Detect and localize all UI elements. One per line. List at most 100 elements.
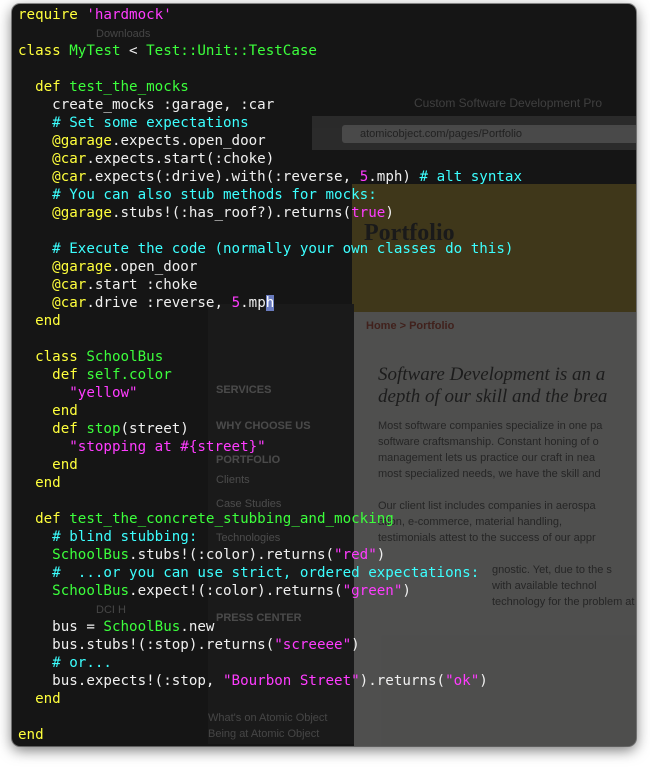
code-token: @car <box>52 151 87 167</box>
code-token: ) <box>385 205 394 221</box>
code-token: @car <box>52 169 87 185</box>
code-token: class <box>18 43 61 59</box>
code-token: .drive :reverse, <box>86 295 232 311</box>
code-token: .new <box>180 619 215 635</box>
code-token: @car <box>52 277 87 293</box>
code-line[interactable] <box>18 600 522 618</box>
code-token: @garage <box>52 133 112 149</box>
code-token: # or... <box>52 655 112 671</box>
code-token: # blind stubbing: <box>52 529 198 545</box>
code-line[interactable]: # Execute the code (normally your own cl… <box>18 240 522 258</box>
code-token: "stopping at #{street}" <box>69 439 266 455</box>
code-line[interactable]: class MyTest < Test::Unit::TestCase <box>18 42 522 60</box>
code-token: # alt syntax <box>419 169 522 185</box>
code-line[interactable]: end <box>18 474 522 492</box>
code-line[interactable]: require 'hardmock' <box>18 6 522 24</box>
code-line[interactable]: # ...or you can use strict, ordered expe… <box>18 564 522 582</box>
code-line[interactable]: "stopping at #{street}" <box>18 438 522 456</box>
code-token: def <box>52 421 78 437</box>
code-line[interactable] <box>18 492 522 510</box>
code-line[interactable]: @car.expects(:drive).with(:reverse, 5.mp… <box>18 168 522 186</box>
code-line[interactable] <box>18 708 522 726</box>
code-line[interactable]: bus = SchoolBus.new <box>18 618 522 636</box>
code-token: ).returns( <box>359 673 446 689</box>
code-line[interactable]: bus.stubs!(:stop).returns("screeee") <box>18 636 522 654</box>
code-token: ) <box>402 583 411 599</box>
code-line[interactable]: def test_the_mocks <box>18 78 522 96</box>
code-token: # ...or you can use strict, ordered expe… <box>52 565 480 581</box>
code-line[interactable]: def test_the_concrete_stubbing_and_mocki… <box>18 510 522 528</box>
code-line[interactable]: @garage.stubs!(:has_roof?).returns(true) <box>18 204 522 222</box>
code-line[interactable]: def self.color <box>18 366 522 384</box>
code-token: .start :choke <box>86 277 198 293</box>
code-token: SchoolBus <box>86 349 164 365</box>
code-token: .stubs!(:color).returns( <box>129 547 335 563</box>
code-token: bus.stubs!(:stop).returns( <box>18 637 275 653</box>
code-line[interactable]: end <box>18 726 522 744</box>
code-line[interactable]: # blind stubbing: <box>18 528 522 546</box>
text-cursor: h <box>265 295 275 311</box>
code-line[interactable] <box>18 60 522 78</box>
code-token: test_the_concrete_stubbing_and_mocking <box>69 511 394 527</box>
code-token: 'hardmock' <box>86 7 172 23</box>
code-line[interactable]: @garage.expects.open_door <box>18 132 522 150</box>
code-editor[interactable]: require 'hardmock' class MyTest < Test::… <box>18 6 522 744</box>
code-token: end <box>35 475 61 491</box>
code-line[interactable]: end <box>18 402 522 420</box>
code-token: class <box>35 349 78 365</box>
code-token: .mp <box>240 295 266 311</box>
code-token: end <box>18 727 44 743</box>
code-token: def <box>35 511 61 527</box>
code-token: "green" <box>342 583 403 599</box>
code-line[interactable]: end <box>18 690 522 708</box>
code-token: @car <box>52 295 87 311</box>
terminal-window[interactable]: Custom Software Development Pro atomicob… <box>12 4 636 746</box>
code-token: # You can also stub methods for mocks: <box>52 187 377 203</box>
code-token: "ok" <box>445 673 480 689</box>
code-line[interactable] <box>18 330 522 348</box>
code-token: SchoolBus <box>52 583 130 599</box>
code-token: self.color <box>86 367 172 383</box>
code-line[interactable]: @car.start :choke <box>18 276 522 294</box>
code-line[interactable] <box>18 24 522 42</box>
code-token: def <box>35 79 61 95</box>
code-line[interactable]: @garage.open_door <box>18 258 522 276</box>
code-line[interactable]: # You can also stub methods for mocks: <box>18 186 522 204</box>
code-line[interactable]: @car.expects.start(:choke) <box>18 150 522 168</box>
code-line[interactable]: "yellow" <box>18 384 522 402</box>
code-token: ) <box>376 547 386 563</box>
code-token: stop <box>86 421 121 437</box>
code-token: SchoolBus <box>103 619 181 635</box>
code-token: 5 <box>359 169 369 185</box>
code-line[interactable]: SchoolBus.expect!(:color).returns("green… <box>18 582 522 600</box>
code-line[interactable]: def stop(street) <box>18 420 522 438</box>
code-line[interactable]: @car.drive :reverse, 5.mph <box>18 294 522 312</box>
code-line[interactable]: class SchoolBus <box>18 348 522 366</box>
code-token: test_the_mocks <box>69 79 189 95</box>
code-token: "red" <box>334 547 377 563</box>
code-line[interactable]: create_mocks :garage, :car <box>18 96 522 114</box>
code-line[interactable] <box>18 222 522 240</box>
code-line[interactable]: # or... <box>18 654 522 672</box>
code-line[interactable]: SchoolBus.stubs!(:color).returns("red") <box>18 546 522 564</box>
code-line[interactable]: end <box>18 312 522 330</box>
code-line[interactable]: # Set some expectations <box>18 114 522 132</box>
code-line[interactable]: end <box>18 456 522 474</box>
code-line[interactable]: bus.expects!(:stop, "Bourbon Street").re… <box>18 672 522 690</box>
